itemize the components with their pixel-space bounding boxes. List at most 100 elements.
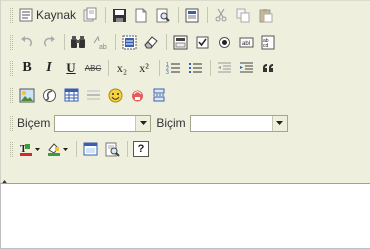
toolbar-separator (166, 34, 167, 50)
copy-button[interactable] (233, 5, 253, 25)
underline-button[interactable]: U (61, 58, 81, 78)
source-button[interactable]: Kaynak (17, 5, 78, 25)
toolbar-separator (127, 141, 128, 157)
binoculars-icon (70, 35, 86, 49)
flash-button[interactable] (39, 85, 59, 105)
svg-text:cd: cd (263, 43, 269, 49)
italic-button[interactable]: I (39, 58, 59, 78)
toolbar-group-handle (10, 115, 13, 131)
subscript-button[interactable]: x₂ (112, 58, 132, 78)
maximize-button[interactable] (80, 139, 100, 159)
help-icon: ? (133, 141, 149, 157)
special-char-button[interactable] (127, 85, 147, 105)
blockquote-button[interactable] (258, 58, 278, 78)
textarea-button[interactable]: ab cd (258, 32, 278, 52)
radio-icon (218, 36, 231, 49)
table-button[interactable] (61, 85, 81, 105)
redo-button[interactable] (39, 32, 59, 52)
background-color-icon (47, 142, 69, 157)
chevron-down-icon (276, 121, 284, 125)
form-button[interactable] (170, 32, 190, 52)
style-select[interactable] (54, 114, 152, 132)
cut-button[interactable] (211, 5, 231, 25)
editor-content-area[interactable] (0, 183, 370, 249)
new-page-button[interactable] (131, 5, 151, 25)
toolbar-row-1: Kaynak (1, 3, 370, 27)
superscript-button[interactable]: x² (134, 58, 154, 78)
toolbar-row-5: Biçem Biçim (1, 111, 370, 135)
select-all-button[interactable] (119, 32, 139, 52)
undo-button[interactable] (17, 32, 37, 52)
chevron-down-icon (139, 121, 147, 125)
find-button[interactable] (68, 32, 88, 52)
indent-icon (239, 61, 254, 75)
toolbar-collapse-button[interactable] (1, 174, 8, 184)
source-label: Kaynak (36, 8, 77, 22)
page-magnifier-icon (105, 142, 120, 157)
radio-button-button[interactable] (214, 32, 234, 52)
format-select[interactable] (189, 114, 288, 132)
clipboard-icon (258, 8, 273, 23)
toolbar-group-handle (10, 87, 13, 103)
form-icon (173, 35, 188, 50)
paste-button[interactable] (255, 5, 275, 25)
bulleted-list-icon (188, 61, 203, 75)
scissors-icon (214, 8, 228, 22)
maximize-icon (83, 142, 98, 156)
svg-text:ab: ab (99, 44, 107, 50)
save-button[interactable] (109, 5, 129, 25)
toolbar-separator (105, 7, 107, 23)
bold-button[interactable]: B (17, 58, 37, 78)
format-select-arrow[interactable] (271, 115, 287, 131)
text-field-icon: abl (239, 36, 254, 49)
svg-text:abl: abl (242, 41, 250, 47)
document-stack-icon (82, 7, 98, 23)
horizontal-rule-icon (86, 88, 101, 102)
toolbar-separator (64, 34, 65, 50)
text-color-button[interactable]: T (17, 139, 43, 159)
page-break-button[interactable] (149, 85, 169, 105)
outdent-button[interactable] (214, 58, 234, 78)
format-label: Biçim (156, 116, 186, 130)
floppy-disk-icon (112, 8, 127, 23)
indent-button[interactable] (236, 58, 256, 78)
toolbar-separator (115, 34, 116, 50)
style-select-arrow[interactable] (135, 115, 151, 131)
remove-format-button[interactable] (141, 32, 161, 52)
horizontal-rule-button[interactable] (83, 85, 103, 105)
blank-page-icon (134, 8, 148, 23)
page-magnifier-icon (156, 8, 171, 23)
toolbar-separator (76, 141, 77, 157)
about-button[interactable]: ? (131, 139, 151, 159)
toolbar-row-6: T ? (1, 137, 370, 161)
page-break-icon (152, 88, 166, 102)
copy-icon (236, 8, 251, 23)
show-blocks-button[interactable] (102, 139, 122, 159)
numbered-list-button[interactable]: 123 (163, 58, 183, 78)
toolbar-row-4 (1, 83, 370, 107)
background-color-button[interactable] (45, 139, 71, 159)
smiley-button[interactable] (105, 85, 125, 105)
eraser-icon (143, 35, 159, 49)
replace-icon: ab (92, 35, 108, 50)
toolbar-row-3: B I U ABC x₂ x² 123 (1, 56, 370, 80)
svg-text:3: 3 (166, 70, 169, 75)
checkbox-button[interactable] (192, 32, 212, 52)
preview-button[interactable] (153, 5, 173, 25)
bulleted-list-button[interactable] (185, 58, 205, 78)
save-template-button[interactable] (80, 5, 100, 25)
toolbar-separator (159, 60, 160, 76)
toolbar-separator (178, 7, 180, 23)
text-field-button[interactable]: abl (236, 32, 256, 52)
redo-icon (42, 36, 56, 48)
special-char-icon (130, 88, 145, 103)
toolbar-group-handle (10, 60, 13, 76)
replace-button[interactable]: ab (90, 32, 110, 52)
editor-toolbar: Kaynak ab abl ab cd B I U ABC x₂ x² 1 2 … (0, 0, 370, 184)
image-button[interactable] (17, 85, 37, 105)
rich-text-editor: Kaynak ab abl ab cd B I U ABC x₂ x² 1 2 … (0, 0, 370, 249)
strikethrough-button[interactable]: ABC (83, 58, 103, 78)
text-color-icon: T (19, 142, 41, 157)
templates-button[interactable] (182, 5, 202, 25)
undo-icon (20, 36, 34, 48)
